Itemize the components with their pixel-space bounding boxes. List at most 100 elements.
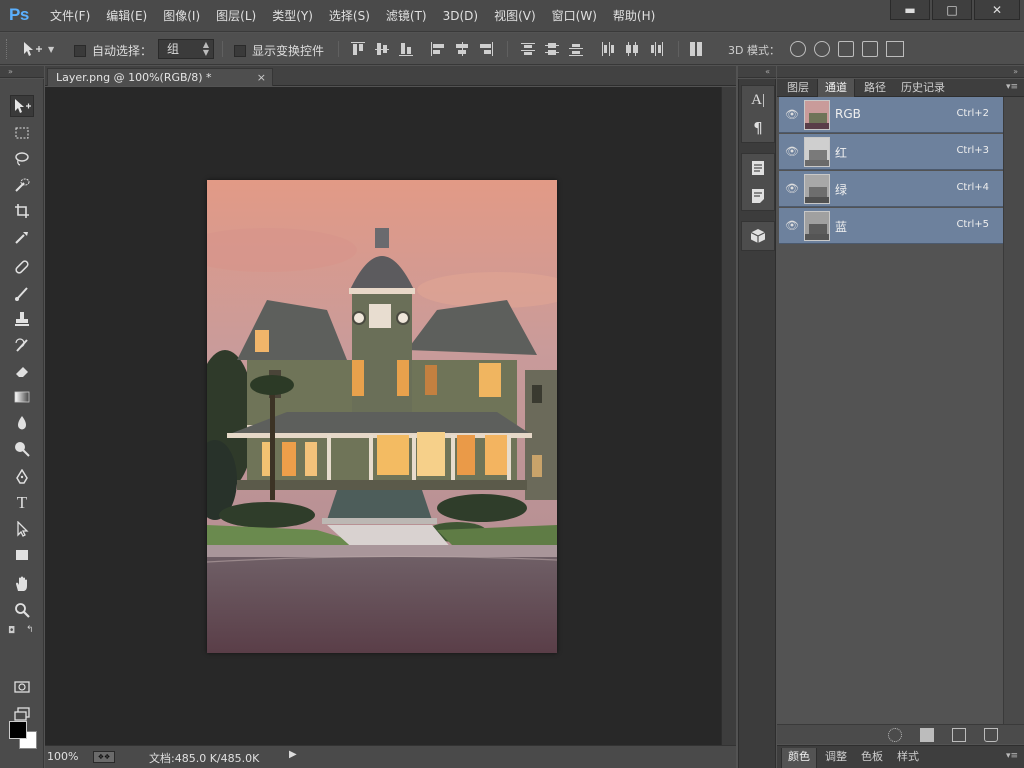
document-image[interactable] [207, 180, 557, 653]
menu-type[interactable]: 类型(Y) [264, 0, 321, 32]
3d-slide-icon[interactable] [862, 41, 878, 57]
clone-stamp-tool[interactable] [10, 308, 34, 330]
brush-tool[interactable] [10, 282, 34, 304]
auto-select-dropdown[interactable]: 组 ▲ ▼ [158, 39, 214, 59]
lasso-tool[interactable] [10, 148, 34, 170]
load-selection-icon[interactable] [888, 728, 902, 742]
distribute-right-icon[interactable] [648, 41, 664, 57]
options-grip[interactable] [6, 39, 9, 59]
menu-window[interactable]: 窗口(W) [544, 0, 605, 32]
eyedropper-tool[interactable] [10, 226, 34, 248]
3d-scale-icon[interactable] [886, 41, 904, 57]
menu-layer[interactable]: 图层(L) [208, 0, 264, 32]
healing-brush-tool[interactable] [10, 256, 34, 278]
channel-row-rgb[interactable]: 👁 RGB Ctrl+2 [779, 97, 1003, 133]
save-selection-icon[interactable] [920, 728, 934, 742]
menu-help[interactable]: 帮助(H) [605, 0, 663, 32]
channel-row-blue[interactable]: 👁 蓝 Ctrl+5 [779, 208, 1003, 244]
close-tab-icon[interactable]: × [257, 69, 266, 86]
history-brush-tool[interactable] [10, 334, 34, 356]
align-hcenter-icon[interactable] [454, 41, 470, 57]
blur-tool[interactable] [10, 412, 34, 434]
status-menu-arrow-icon[interactable]: ▶ [289, 749, 297, 760]
hand-tool[interactable] [10, 573, 34, 595]
quick-mask-button[interactable] [10, 676, 34, 698]
distribute-top-icon[interactable] [520, 41, 536, 57]
paragraph-panel-icon[interactable]: ¶ [742, 114, 774, 142]
close-window-button[interactable]: ✕ [974, 0, 1020, 20]
menu-view[interactable]: 视图(V) [486, 0, 544, 32]
foreground-color-swatch[interactable] [9, 721, 27, 739]
swap-colors-icon[interactable]: ↰ [26, 625, 34, 635]
zoom-tool[interactable] [10, 599, 34, 621]
visibility-eye-icon[interactable]: 👁 [783, 105, 801, 123]
channel-row-green[interactable]: 👁 绿 Ctrl+4 [779, 171, 1003, 207]
panel-menu-icon[interactable]: ▾≡ [1006, 82, 1018, 92]
pen-tool[interactable] [10, 466, 34, 488]
dodge-tool[interactable] [10, 438, 34, 460]
zoom-level[interactable]: 100% [47, 750, 78, 763]
3d-roll-icon[interactable] [814, 41, 830, 57]
show-transform-checkbox[interactable] [234, 44, 246, 57]
3d-rotate-icon[interactable] [790, 41, 806, 57]
auto-align-layers-icon[interactable] [688, 41, 704, 57]
menu-3d[interactable]: 3D(D) [435, 0, 486, 32]
properties-panel-icon[interactable] [742, 154, 774, 182]
path-selection-tool[interactable] [10, 518, 34, 540]
align-right-icon[interactable] [478, 41, 494, 57]
trash-icon[interactable] [984, 728, 998, 742]
visibility-eye-icon[interactable]: 👁 [783, 179, 801, 197]
toolbox-collapse[interactable]: » [0, 66, 44, 78]
bottom-panel-menu-icon[interactable]: ▾≡ [1006, 751, 1018, 761]
vertical-scrollbar[interactable] [721, 87, 736, 745]
gradient-tool[interactable] [10, 386, 34, 408]
show-transform-option[interactable]: 显示变换控件 [234, 42, 324, 59]
character-panel-icon[interactable]: A| [742, 86, 774, 114]
default-colors-icon[interactable]: ◘ [8, 626, 15, 636]
3d-pan-icon[interactable] [838, 41, 854, 57]
new-channel-icon[interactable] [952, 728, 966, 742]
tab-swatches[interactable]: 色板 [855, 748, 889, 768]
align-vcenter-icon[interactable] [374, 41, 390, 57]
menu-image[interactable]: 图像(I) [155, 0, 208, 32]
quick-select-tool[interactable] [10, 174, 34, 196]
tab-styles[interactable]: 样式 [891, 748, 925, 768]
channels-scrollbar[interactable] [1003, 97, 1024, 724]
marquee-tool[interactable] [10, 122, 34, 144]
document-tab[interactable]: Layer.png @ 100%(RGB/8) * × [47, 68, 273, 86]
eraser-tool[interactable] [10, 360, 34, 382]
minimize-button[interactable]: ▬ [890, 0, 930, 20]
3d-panel-icon[interactable] [742, 222, 774, 250]
shape-tool[interactable] [10, 544, 34, 566]
tab-adjustments[interactable]: 调整 [819, 748, 853, 768]
right-panel-collapse[interactable]: » [777, 66, 1024, 78]
crop-tool[interactable] [10, 200, 34, 222]
align-bottom-icon[interactable] [398, 41, 414, 57]
maximize-button[interactable]: □ [932, 0, 972, 20]
distribute-vcenter-icon[interactable] [544, 41, 560, 57]
distribute-bottom-icon[interactable] [568, 41, 584, 57]
align-top-icon[interactable] [350, 41, 366, 57]
visibility-eye-icon[interactable]: 👁 [783, 216, 801, 234]
tab-channels[interactable]: 通道 [817, 79, 855, 97]
distribute-left-icon[interactable] [600, 41, 616, 57]
align-left-icon[interactable] [430, 41, 446, 57]
tab-color[interactable]: 颜色 [781, 748, 817, 768]
distribute-hcenter-icon[interactable] [624, 41, 640, 57]
auto-select-option[interactable]: 自动选择： [74, 42, 152, 59]
tab-history[interactable]: 历史记录 [895, 79, 951, 97]
tab-paths[interactable]: 路径 [857, 79, 893, 97]
visibility-eye-icon[interactable]: 👁 [783, 142, 801, 160]
type-tool[interactable]: T [10, 492, 34, 514]
notes-panel-icon[interactable] [742, 182, 774, 210]
menu-select[interactable]: 选择(S) [321, 0, 378, 32]
tab-layers[interactable]: 图层 [781, 79, 815, 97]
auto-select-checkbox[interactable] [74, 44, 86, 57]
menu-file[interactable]: 文件(F) [42, 0, 98, 32]
menu-filter[interactable]: 滤镜(T) [378, 0, 435, 32]
move-tool[interactable] [10, 95, 34, 117]
tool-preset-picker[interactable]: ▼ [22, 40, 58, 58]
channel-row-red[interactable]: 👁 红 Ctrl+3 [779, 134, 1003, 170]
menu-edit[interactable]: 编辑(E) [98, 0, 155, 32]
share-badge-icon[interactable]: ❖❖ [93, 751, 115, 763]
